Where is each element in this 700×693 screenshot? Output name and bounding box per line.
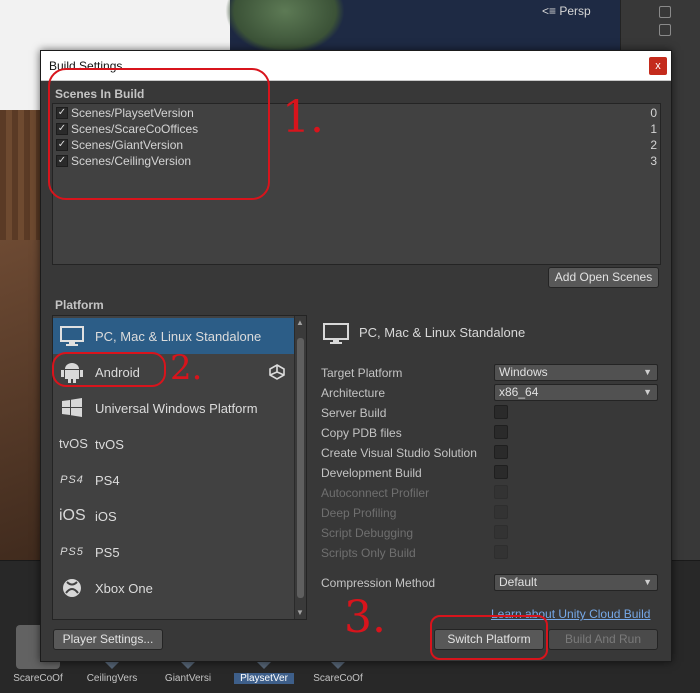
unity-active-icon — [269, 364, 285, 380]
asset-name: ScareCoOf — [313, 673, 363, 684]
platform-item-webgl[interactable]: HTML — [53, 606, 294, 619]
architecture-dropdown[interactable]: x86_64 ▼ — [494, 384, 658, 401]
development-build-checkbox[interactable] — [494, 465, 508, 479]
copy-pdb-label: Copy PDB files — [321, 426, 402, 440]
script-debugging-checkbox — [494, 525, 508, 539]
ps5-icon: PS5 — [59, 540, 85, 564]
compression-method-dropdown[interactable]: Default ▼ — [494, 574, 658, 591]
platform-item-xbox-one[interactable]: Xbox One — [53, 570, 294, 606]
tvos-icon: tvOS — [59, 432, 88, 456]
close-icon: x — [655, 60, 661, 72]
close-button[interactable]: x — [649, 57, 667, 75]
platform-label: Universal Windows Platform — [95, 401, 258, 416]
player-settings-button[interactable]: Player Settings... — [53, 629, 163, 650]
copy-pdb-checkbox[interactable] — [494, 425, 508, 439]
server-build-label: Server Build — [321, 406, 387, 420]
persp-icon: <≡ — [542, 4, 557, 18]
scene-index: 0 — [650, 106, 657, 120]
cube-icon[interactable] — [659, 6, 671, 18]
scroll-up-icon[interactable]: ▲ — [296, 318, 304, 327]
architecture-value: x86_64 — [499, 385, 539, 399]
create-vs-solution-checkbox[interactable] — [494, 445, 508, 459]
platform-item-uwp[interactable]: Universal Windows Platform — [53, 390, 294, 426]
scene-index: 3 — [650, 154, 657, 168]
platform-detail-title: PC, Mac & Linux Standalone — [359, 325, 526, 340]
target-platform-dropdown[interactable]: Windows ▼ — [494, 364, 658, 381]
ps4-icon-text: PS4 — [60, 474, 84, 486]
scene-index: 2 — [650, 138, 657, 152]
asset-name: PlaysetVer — [234, 673, 294, 684]
build-and-run-button: Build And Run — [548, 629, 658, 650]
platform-detail-icon — [321, 321, 351, 350]
platform-label: Platform — [55, 298, 104, 312]
tvos-icon-text: tvOS — [59, 436, 88, 451]
html5-icon: HTML — [59, 612, 85, 619]
script-debugging-label: Script Debugging — [321, 526, 414, 540]
plant-model — [225, 0, 345, 55]
platform-label: PS5 — [95, 545, 120, 560]
compression-method-label: Compression Method — [321, 576, 436, 590]
ps4-icon: PS4 — [59, 468, 85, 492]
autoconnect-profiler-checkbox — [494, 485, 508, 499]
architecture-label: Architecture — [321, 386, 386, 400]
server-build-checkbox[interactable] — [494, 405, 508, 419]
ios-icon: iOS — [59, 504, 86, 528]
deep-profiling-label: Deep Profiling — [321, 506, 397, 520]
annotation-number-3: 3. — [344, 592, 386, 643]
platform-label: Xbox One — [95, 581, 153, 596]
platform-item-ps4[interactable]: PS4 PS4 — [53, 462, 294, 498]
cube-icon[interactable] — [659, 24, 671, 36]
scrollbar-thumb[interactable] — [297, 338, 304, 598]
ios-icon-text: iOS — [59, 507, 86, 524]
platform-item-ios[interactable]: iOS iOS — [53, 498, 294, 534]
scroll-down-icon[interactable]: ▼ — [296, 608, 304, 617]
annotation-scenes-highlight — [48, 68, 270, 200]
development-build-label: Development Build — [321, 466, 422, 480]
platform-label: iOS — [95, 509, 117, 524]
ps5-icon-text: PS5 — [60, 546, 84, 558]
scripts-only-build-checkbox — [494, 545, 508, 559]
platform-label: tvOS — [95, 437, 124, 452]
platform-item-ps5[interactable]: PS5 PS5 — [53, 534, 294, 570]
create-vs-solution-label: Create Visual Studio Solution — [321, 446, 477, 460]
xbox-icon — [59, 576, 85, 600]
annotation-switch-platform-highlight — [430, 615, 548, 660]
target-platform-label: Target Platform — [321, 366, 403, 380]
view-mode-label[interactable]: <≡ Persp — [542, 4, 591, 18]
platform-label: PC, Mac & Linux Standalone — [95, 329, 262, 344]
compression-method-value: Default — [499, 575, 538, 589]
platform-item-tvos[interactable]: tvOS tvOS — [53, 426, 294, 462]
platform-list-scrollbar[interactable]: ▲ ▼ — [294, 316, 306, 619]
chevron-down-icon: ▼ — [643, 367, 652, 377]
deep-profiling-checkbox — [494, 505, 508, 519]
asset-name: CeilingVers — [86, 673, 138, 684]
platform-label: PS4 — [95, 473, 120, 488]
autoconnect-profiler-label: Autoconnect Profiler — [321, 486, 430, 500]
asset-name: GiantVersi — [164, 673, 212, 684]
annotation-number-2: 2. — [170, 348, 203, 388]
annotation-number-1: 1. — [282, 92, 324, 143]
scene-index: 1 — [650, 122, 657, 136]
chevron-down-icon: ▼ — [643, 577, 652, 587]
target-platform-value: Windows — [499, 365, 548, 379]
asset-name: ScareCoOf — [13, 673, 63, 684]
chevron-down-icon: ▼ — [643, 387, 652, 397]
add-open-scenes-button[interactable]: Add Open Scenes — [548, 267, 659, 288]
annotation-android-highlight — [52, 352, 166, 387]
monitor-icon — [59, 324, 85, 348]
scripts-only-build-label: Scripts Only Build — [321, 546, 416, 560]
windows-icon — [59, 396, 85, 420]
view-mode-text: Persp — [559, 4, 591, 18]
